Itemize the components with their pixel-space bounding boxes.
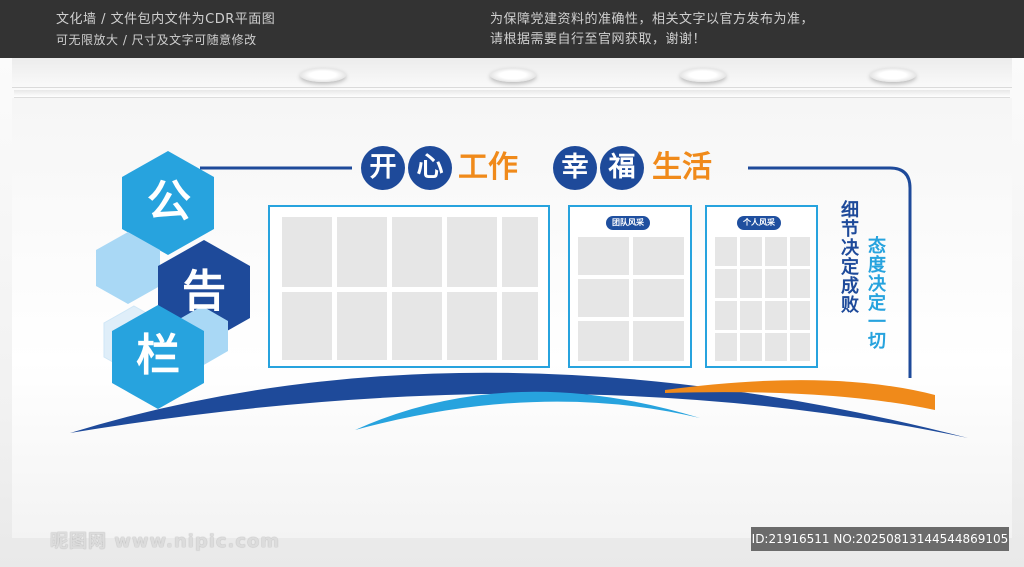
title-circle-char: 开 <box>361 146 405 190</box>
photo-slot <box>740 301 762 330</box>
photo-slot <box>715 269 737 298</box>
photo-slot <box>282 217 332 287</box>
title-circle-char: 幸 <box>553 146 597 190</box>
tag-personal: 个人风采 <box>737 216 781 230</box>
watermark-id: ID:21916511 NO:20250813144544869105 <box>751 527 1009 551</box>
photo-slot <box>790 301 810 330</box>
swoosh-blue <box>355 391 700 430</box>
title-circle-char: 心 <box>408 146 452 190</box>
photo-slot <box>740 237 762 266</box>
hex-char-lan: 栏 <box>136 330 180 381</box>
photo-slot <box>765 301 787 330</box>
title-circle-char: 福 <box>600 146 644 190</box>
photo-slot <box>633 321 684 361</box>
title-text-life: 生活 <box>652 150 712 185</box>
photo-slot <box>740 269 762 298</box>
slogan-attitude: 态度决定一切 <box>865 236 886 350</box>
photo-slot <box>715 333 737 361</box>
photo-frame-team: 团队风采 <box>568 205 692 368</box>
photo-slot <box>765 237 787 266</box>
photo-frame-main <box>268 205 550 368</box>
photo-slot <box>337 217 387 287</box>
photo-slot <box>578 321 629 361</box>
hex-char-gao: 告 <box>182 266 226 317</box>
photo-frame-personal: 个人风采 <box>705 205 818 368</box>
photo-slot <box>578 279 629 317</box>
watermark-site: 昵图网 www.nipic.com <box>50 531 281 552</box>
photo-slot <box>392 217 442 287</box>
photo-slot <box>765 269 787 298</box>
hex-char-gong: 公 <box>147 176 191 227</box>
photo-slot <box>790 333 810 361</box>
slogan-details: 细节决定成败 <box>838 200 859 314</box>
photo-slot <box>337 292 387 360</box>
photo-slot <box>392 292 442 360</box>
photo-slot <box>765 333 787 361</box>
photo-slot <box>740 333 762 361</box>
photo-slot <box>282 292 332 360</box>
photo-slot <box>715 301 737 330</box>
photo-slot <box>447 292 497 360</box>
photo-slot <box>578 237 629 275</box>
photo-slot <box>790 269 810 298</box>
photo-slot <box>447 217 497 287</box>
photo-slot <box>633 237 684 275</box>
photo-slot <box>502 292 538 360</box>
photo-slot <box>502 217 538 287</box>
tag-team: 团队风采 <box>606 216 650 230</box>
title-text-work: 工作 <box>458 150 518 185</box>
photo-slot <box>633 279 684 317</box>
photo-slot <box>715 237 737 266</box>
photo-slot <box>790 237 810 266</box>
